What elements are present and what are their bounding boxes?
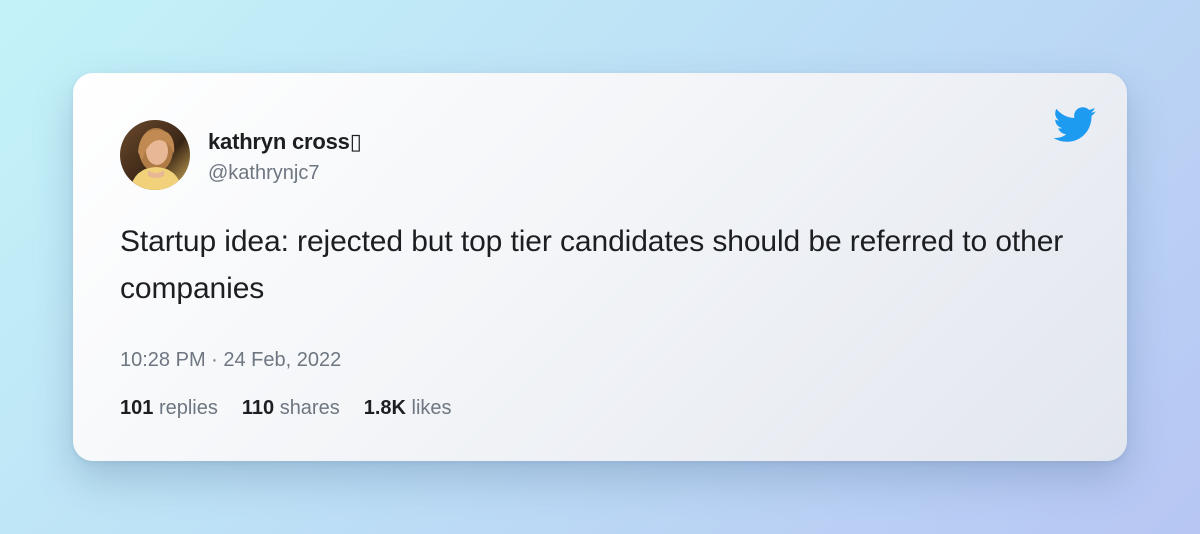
tweet-stats: 101 replies 110 shares 1.8K likes	[120, 397, 452, 420]
likes-stat[interactable]: 1.8K likes	[364, 397, 452, 420]
display-name[interactable]: kathryn cross▯	[208, 129, 362, 155]
twitter-bird-icon	[1053, 107, 1097, 143]
user-handle[interactable]: @kathrynjc7	[208, 162, 319, 185]
replies-stat[interactable]: 101 replies	[120, 397, 218, 420]
replies-count: 101	[120, 397, 154, 419]
shares-label: shares	[279, 397, 340, 419]
likes-label: likes	[411, 397, 452, 419]
shares-count: 110	[241, 397, 275, 419]
avatar[interactable]	[120, 120, 190, 190]
shares-stat[interactable]: 110 shares	[242, 397, 340, 420]
replies-label: replies	[158, 397, 218, 419]
avatar-photo	[120, 120, 190, 190]
likes-count: 1.8K	[363, 397, 406, 419]
tweet-timestamp[interactable]: 10:28 PM · 24 Feb, 2022	[120, 349, 341, 372]
tweet-text: Startup idea: rejected but top tier cand…	[120, 225, 1064, 305]
tweet-card: kathryn cross▯ @kathrynjc7 Startup idea:…	[73, 73, 1127, 461]
